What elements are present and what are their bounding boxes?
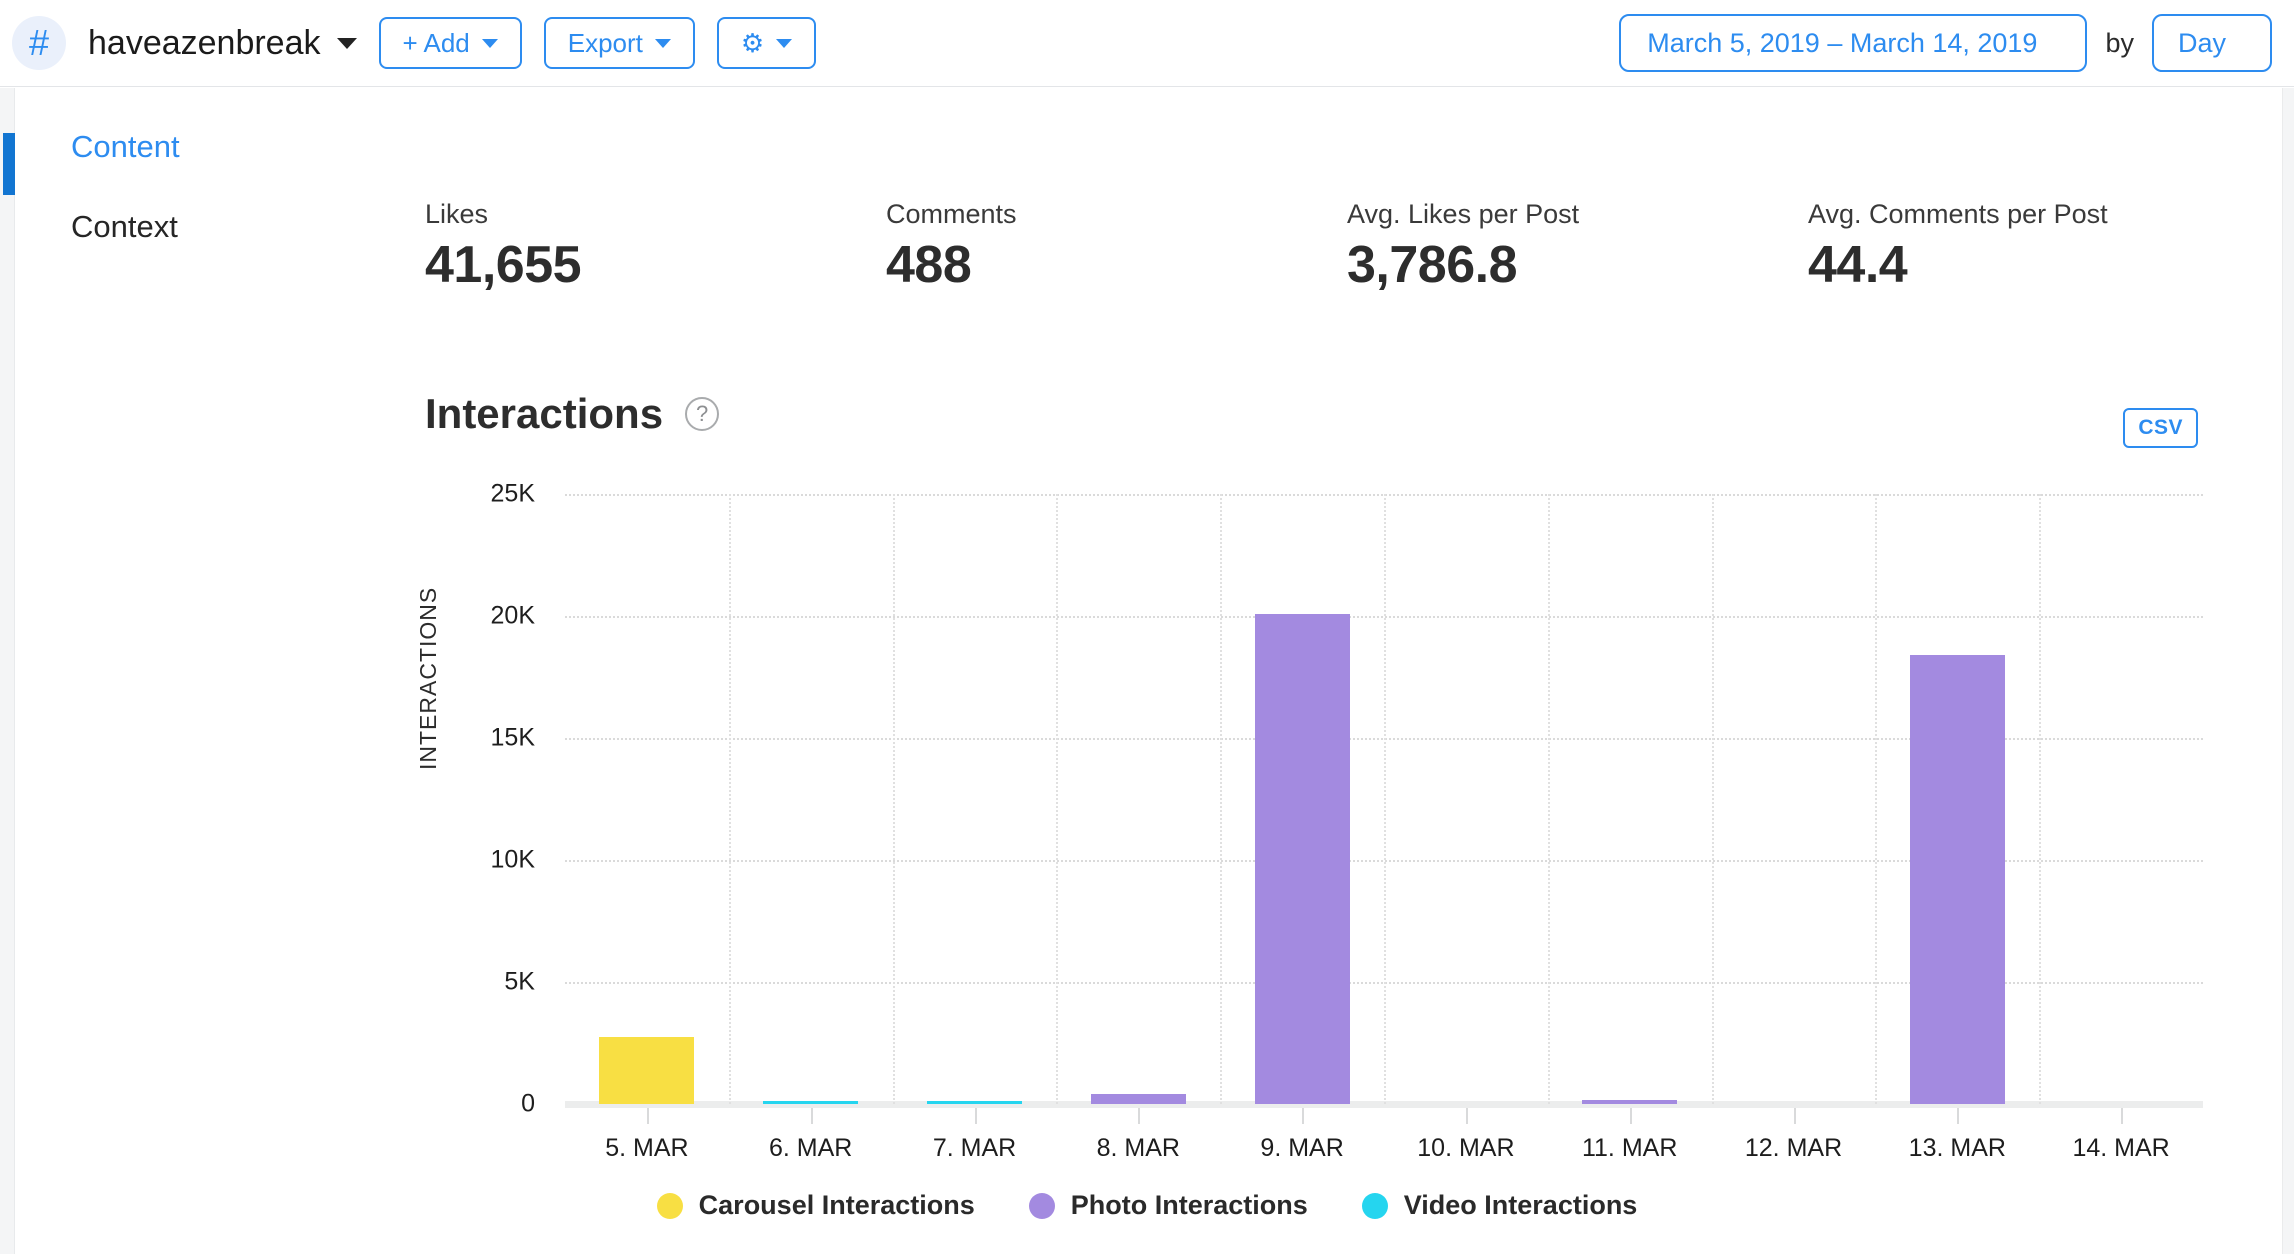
- vertical-gridline: [729, 494, 731, 1104]
- csv-export-button[interactable]: CSV: [2123, 408, 2198, 448]
- x-axis-tick-label: 8. MAR: [1097, 1134, 1180, 1163]
- legend-color-swatch: [1029, 1193, 1055, 1219]
- export-button[interactable]: Export: [544, 17, 695, 69]
- chart-header: Interactions ? CSV: [425, 390, 2198, 438]
- stat-avg-comments-per-post: Avg. Comments per Post 44.4: [1808, 198, 2269, 293]
- x-axis-tick-label: 13. MAR: [1909, 1134, 2006, 1163]
- vertical-gridline: [893, 494, 895, 1104]
- x-axis-tick: [1466, 1108, 1468, 1124]
- legend-label: Photo Interactions: [1071, 1190, 1308, 1221]
- y-axis-tick-label: 10K: [425, 846, 535, 875]
- legend-color-swatch: [657, 1193, 683, 1219]
- tab-context[interactable]: Context: [71, 210, 401, 244]
- hashtag-icon: #: [12, 16, 66, 70]
- legend-item[interactable]: Carousel Interactions: [657, 1190, 975, 1221]
- right-gutter: [2282, 88, 2294, 1254]
- tab-content[interactable]: Content: [71, 130, 401, 164]
- vertical-gridline: [1384, 494, 1386, 1104]
- left-gutter: [0, 88, 15, 1254]
- x-axis-tick-label: 5. MAR: [605, 1134, 688, 1163]
- caret-down-icon: [482, 39, 498, 48]
- x-axis-tick: [1630, 1108, 1632, 1124]
- chart-bar[interactable]: [763, 1101, 858, 1104]
- x-axis-tick-label: 9. MAR: [1260, 1134, 1343, 1163]
- stat-comments: Comments 488: [886, 198, 1347, 293]
- legend-label: Carousel Interactions: [699, 1190, 975, 1221]
- stat-value: 488: [886, 238, 1347, 293]
- chart-bar[interactable]: [1091, 1094, 1186, 1104]
- x-axis-tick: [975, 1108, 977, 1124]
- chart-bar[interactable]: [1910, 655, 2005, 1104]
- x-axis-tick-label: 12. MAR: [1745, 1134, 1842, 1163]
- stat-label: Comments: [886, 198, 1347, 230]
- x-axis-tick: [2121, 1108, 2123, 1124]
- legend-label: Video Interactions: [1404, 1190, 1638, 1221]
- y-axis-tick-label: 25K: [425, 480, 535, 509]
- profile-name: haveazenbreak: [88, 24, 321, 63]
- vertical-gridline: [1712, 494, 1714, 1104]
- granularity-select[interactable]: Day: [2152, 14, 2272, 72]
- x-axis-tick: [811, 1108, 813, 1124]
- x-axis-tick: [1957, 1108, 1959, 1124]
- granularity-label: Day: [2178, 28, 2226, 59]
- y-axis-tick-label: 0: [425, 1090, 535, 1119]
- x-axis-tick-label: 7. MAR: [933, 1134, 1016, 1163]
- date-range-label: March 5, 2019 – March 14, 2019: [1647, 28, 2037, 59]
- x-axis-tick: [1138, 1108, 1140, 1124]
- y-axis-tick-label: 15K: [425, 724, 535, 753]
- legend-item[interactable]: Video Interactions: [1362, 1190, 1638, 1221]
- caret-down-icon: [655, 39, 671, 48]
- section-tabs: Content Context: [71, 130, 401, 290]
- profile-caret-down-icon[interactable]: [337, 38, 357, 49]
- stat-avg-likes-per-post: Avg. Likes per Post 3,786.8: [1347, 198, 1808, 293]
- stat-value: 41,655: [425, 238, 886, 293]
- top-toolbar: # haveazenbreak + Add Export ⚙ March 5, …: [0, 0, 2294, 87]
- y-axis-tick-label: 20K: [425, 602, 535, 631]
- question-mark-icon[interactable]: ?: [685, 397, 719, 431]
- x-axis-tick: [647, 1108, 649, 1124]
- chart-bar[interactable]: [1255, 614, 1350, 1104]
- active-tab-indicator: [3, 133, 15, 195]
- vertical-gridline: [1875, 494, 1877, 1104]
- summary-stats: Likes 41,655 Comments 488 Avg. Likes per…: [425, 198, 2269, 293]
- chart-legend: Carousel Interactions Photo Interactions V…: [0, 1190, 2294, 1221]
- stat-value: 3,786.8: [1347, 238, 1808, 293]
- vertical-gridline: [1056, 494, 1058, 1104]
- add-button[interactable]: + Add: [379, 17, 522, 69]
- stat-value: 44.4: [1808, 238, 2269, 293]
- chart-title: Interactions: [425, 390, 663, 438]
- interactions-chart: INTERACTIONS 05K10K15K20K25K 5. MAR6. MA…: [425, 470, 2215, 1170]
- caret-down-icon: [776, 39, 792, 48]
- y-axis-tick-label: 5K: [425, 968, 535, 997]
- x-axis-tick-label: 6. MAR: [769, 1134, 852, 1163]
- chart-bar[interactable]: [927, 1101, 1022, 1104]
- x-axis-tick: [1302, 1108, 1304, 1124]
- chart-plot-area: [565, 494, 2203, 1104]
- x-axis-tick-label: 11. MAR: [1582, 1134, 1677, 1163]
- chart-bar[interactable]: [599, 1037, 694, 1104]
- legend-color-swatch: [1362, 1193, 1388, 1219]
- x-axis-tick-label: 10. MAR: [1417, 1134, 1514, 1163]
- stat-likes: Likes 41,655: [425, 198, 886, 293]
- date-range-picker[interactable]: March 5, 2019 – March 14, 2019: [1619, 14, 2087, 72]
- stat-label: Likes: [425, 198, 886, 230]
- x-axis-tick: [1794, 1108, 1796, 1124]
- export-button-label: Export: [568, 28, 643, 59]
- vertical-gridline: [1220, 494, 1222, 1104]
- vertical-gridline: [2039, 494, 2041, 1104]
- x-axis-tick-label: 14. MAR: [2072, 1134, 2169, 1163]
- stat-label: Avg. Comments per Post: [1808, 198, 2269, 230]
- vertical-gridline: [1548, 494, 1550, 1104]
- stat-label: Avg. Likes per Post: [1347, 198, 1808, 230]
- legend-item[interactable]: Photo Interactions: [1029, 1190, 1308, 1221]
- settings-button[interactable]: ⚙: [717, 17, 816, 69]
- add-button-label: + Add: [403, 28, 470, 59]
- analytics-page: # haveazenbreak + Add Export ⚙ March 5, …: [0, 0, 2294, 1254]
- chart-bar[interactable]: [1582, 1100, 1677, 1104]
- by-label: by: [2105, 28, 2134, 59]
- gear-icon: ⚙: [741, 30, 764, 56]
